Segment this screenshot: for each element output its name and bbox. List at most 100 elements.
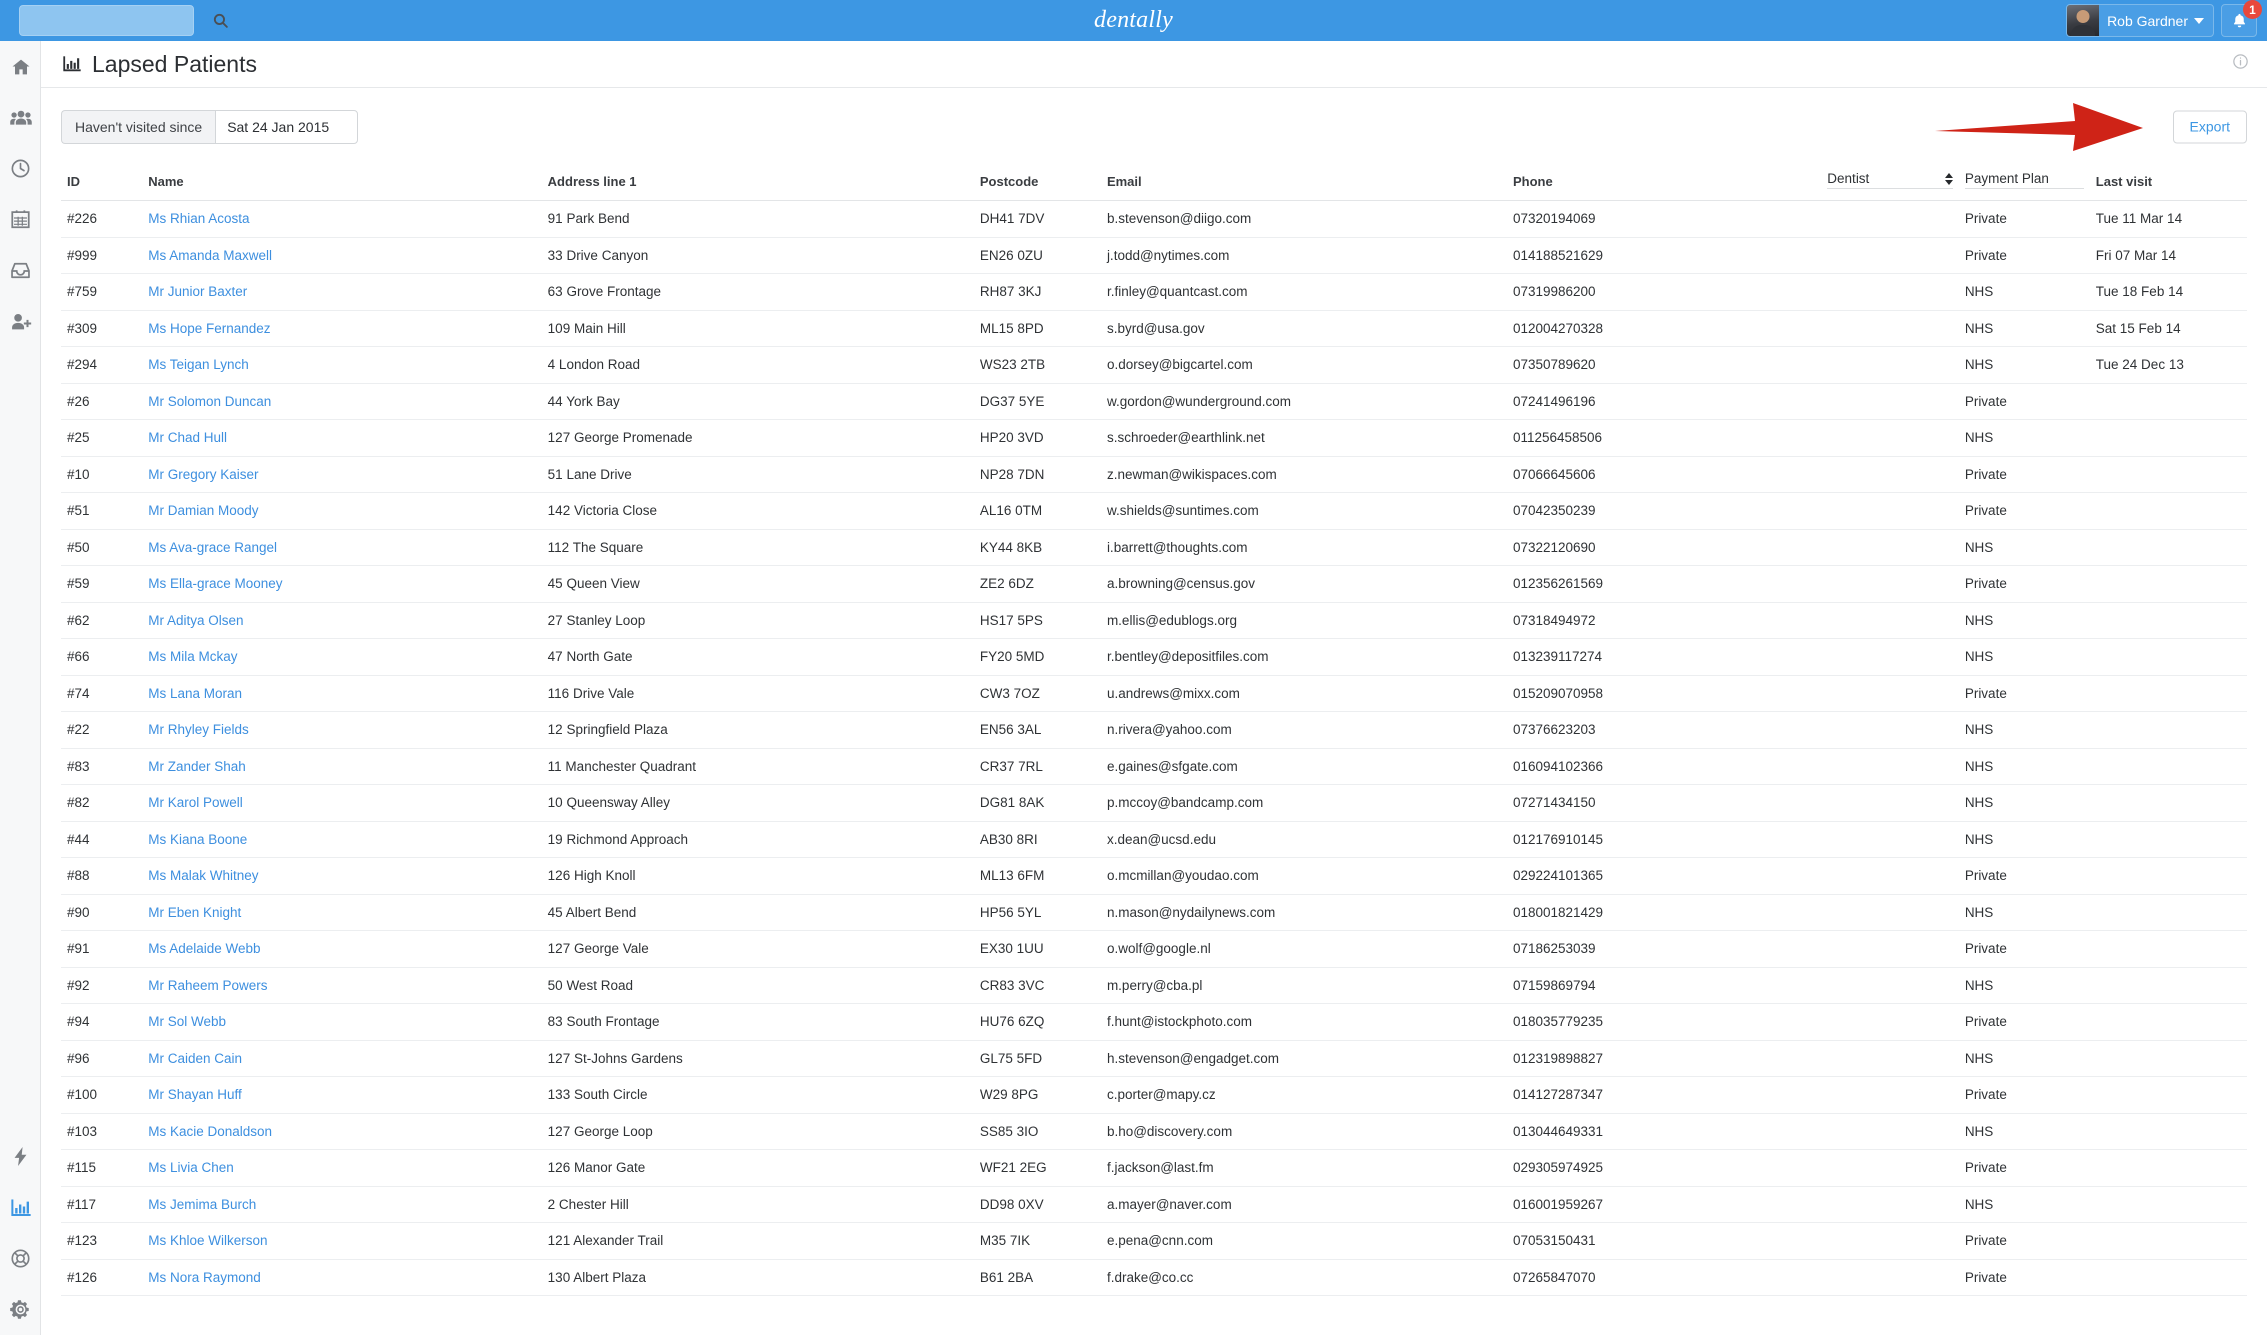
table-row[interactable]: #25 Mr Chad Hull 127 George Promenade HP20 … bbox=[61, 419, 2247, 457]
user-menu[interactable]: Rob Gardner bbox=[2066, 4, 2214, 37]
sidebar-item-support[interactable] bbox=[0, 1233, 41, 1284]
cell-name[interactable]: Mr Raheem Powers bbox=[142, 967, 542, 1004]
cell-name[interactable]: Mr Shayan Huff bbox=[142, 1076, 542, 1114]
cell-name[interactable]: Mr Sol Webb bbox=[142, 1003, 542, 1041]
table-row[interactable]: #50 Ms Ava-grace Rangel 112 The Square KY44… bbox=[61, 529, 2247, 566]
table-row[interactable]: #62 Mr Aditya Olsen 27 Stanley Loop HS17 5P… bbox=[61, 602, 2247, 639]
cell-name[interactable]: Ms Mila Mckay bbox=[142, 638, 542, 676]
column-header-id[interactable]: ID bbox=[61, 165, 143, 201]
notifications-button[interactable]: 1 bbox=[2221, 0, 2262, 37]
table-row[interactable]: #92 Mr Raheem Powers 50 West Road CR83 3VC m… bbox=[61, 967, 2247, 1004]
global-search[interactable] bbox=[19, 5, 228, 36]
patient-link[interactable]: Mr Eben Knight bbox=[148, 905, 241, 920]
cell-name[interactable]: Mr Zander Shah bbox=[142, 748, 542, 785]
patient-link[interactable]: Ms Khloe Wilkerson bbox=[148, 1233, 267, 1248]
column-header-phone[interactable]: Phone bbox=[1506, 165, 1822, 201]
export-button[interactable]: Export bbox=[2172, 110, 2247, 143]
table-row[interactable]: #117 Ms Jemima Burch 2 Chester Hill DD98 0X… bbox=[61, 1186, 2247, 1223]
payment-plan-filter-select[interactable]: Payment Plan bbox=[1964, 171, 2084, 189]
table-row[interactable]: #10 Mr Gregory Kaiser 51 Lane Drive NP28 7D… bbox=[61, 456, 2247, 493]
table-row[interactable]: #83 Mr Zander Shah 11 Manchester Quadrant C… bbox=[61, 748, 2247, 785]
cell-name[interactable]: Ms Khloe Wilkerson bbox=[142, 1222, 542, 1260]
cell-name[interactable]: Ms Kacie Donaldson bbox=[142, 1113, 542, 1150]
column-header-email[interactable]: Email bbox=[1100, 165, 1507, 201]
table-row[interactable]: #96 Mr Caiden Cain 127 St-Johns Gardens GL7… bbox=[61, 1040, 2247, 1077]
sidebar-item-add-patient[interactable] bbox=[0, 296, 41, 347]
table-row[interactable]: #44 Ms Kiana Boone 19 Richmond Approach AB3… bbox=[61, 821, 2247, 858]
patient-link[interactable]: Ms Teigan Lynch bbox=[148, 357, 249, 372]
cell-name[interactable]: Mr Caiden Cain bbox=[142, 1040, 542, 1077]
patient-link[interactable]: Mr Caiden Cain bbox=[148, 1051, 242, 1066]
sidebar-item-home[interactable] bbox=[0, 41, 41, 92]
patient-link[interactable]: Mr Sol Webb bbox=[148, 1014, 226, 1029]
cell-name[interactable]: Ms Ella-grace Mooney bbox=[142, 565, 542, 603]
table-row[interactable]: #82 Mr Karol Powell 10 Queensway Alley DG81… bbox=[61, 784, 2247, 822]
patient-link[interactable]: Mr Zander Shah bbox=[148, 759, 246, 774]
patient-link[interactable]: Mr Raheem Powers bbox=[148, 978, 267, 993]
cell-name[interactable]: Mr Damian Moody bbox=[142, 492, 542, 530]
table-row[interactable]: #103 Ms Kacie Donaldson 127 George Loop SS8… bbox=[61, 1113, 2247, 1150]
patient-link[interactable]: Ms Livia Chen bbox=[148, 1160, 234, 1175]
patient-link[interactable]: Ms Hope Fernandez bbox=[148, 321, 270, 336]
patient-link[interactable]: Mr Rhyley Fields bbox=[148, 722, 249, 737]
patient-link[interactable]: Ms Nora Raymond bbox=[148, 1270, 261, 1285]
patient-link[interactable]: Ms Adelaide Webb bbox=[148, 941, 260, 956]
sidebar-item-patients[interactable] bbox=[0, 92, 41, 143]
patient-link[interactable]: Ms Kiana Boone bbox=[148, 832, 247, 847]
cell-name[interactable]: Ms Teigan Lynch bbox=[142, 346, 542, 384]
patient-link[interactable]: Mr Aditya Olsen bbox=[148, 613, 243, 628]
dentist-filter-select[interactable]: Dentist bbox=[1827, 171, 1953, 189]
lapsed-since-date-input[interactable] bbox=[215, 109, 359, 144]
cell-name[interactable]: Ms Ava-grace Rangel bbox=[142, 529, 542, 566]
patient-link[interactable]: Mr Karol Powell bbox=[148, 795, 243, 810]
patient-link[interactable]: Ms Malak Whitney bbox=[148, 868, 258, 883]
patient-link[interactable]: Mr Shayan Huff bbox=[148, 1087, 242, 1102]
table-row[interactable]: #22 Mr Rhyley Fields 12 Springfield Plaza E… bbox=[61, 711, 2247, 749]
patient-link[interactable]: Ms Ava-grace Rangel bbox=[148, 540, 277, 555]
table-row[interactable]: #100 Mr Shayan Huff 133 South Circle W29 8P… bbox=[61, 1076, 2247, 1114]
cell-name[interactable]: Ms Adelaide Webb bbox=[142, 930, 542, 968]
patient-link[interactable]: Ms Rhian Acosta bbox=[148, 211, 249, 226]
search-input[interactable] bbox=[20, 6, 212, 35]
table-row[interactable]: #59 Ms Ella-grace Mooney 45 Queen View ZE2 … bbox=[61, 565, 2247, 603]
table-row[interactable]: #51 Mr Damian Moody 142 Victoria Close AL16… bbox=[61, 492, 2247, 530]
table-row[interactable]: #999 Ms Amanda Maxwell 33 Drive Canyon EN26… bbox=[61, 237, 2247, 274]
sidebar-item-settings[interactable] bbox=[0, 1284, 41, 1335]
search-icon[interactable] bbox=[212, 6, 229, 35]
table-row[interactable]: #115 Ms Livia Chen 126 Manor Gate WF21 2EG f… bbox=[61, 1149, 2247, 1187]
patient-link[interactable]: Ms Lana Moran bbox=[148, 686, 242, 701]
sidebar-item-recent[interactable] bbox=[0, 143, 41, 194]
sidebar-item-inbox[interactable] bbox=[0, 245, 41, 296]
cell-name[interactable]: Mr Solomon Duncan bbox=[142, 383, 542, 420]
patient-link[interactable]: Mr Solomon Duncan bbox=[148, 394, 271, 409]
cell-name[interactable]: Mr Karol Powell bbox=[142, 784, 542, 822]
table-row[interactable]: #91 Ms Adelaide Webb 127 George Vale EX30 1… bbox=[61, 930, 2247, 968]
table-row[interactable]: #759 Mr Junior Baxter 63 Grove Frontage RH8… bbox=[61, 273, 2247, 311]
cell-name[interactable]: Mr Chad Hull bbox=[142, 419, 542, 457]
cell-name[interactable]: Ms Kiana Boone bbox=[142, 821, 542, 858]
cell-name[interactable]: Mr Aditya Olsen bbox=[142, 602, 542, 639]
info-circle-icon[interactable] bbox=[2232, 53, 2249, 75]
cell-name[interactable]: Ms Lana Moran bbox=[142, 675, 542, 712]
patient-link[interactable]: Mr Damian Moody bbox=[148, 503, 258, 518]
patient-link[interactable]: Ms Jemima Burch bbox=[148, 1197, 256, 1212]
cell-name[interactable]: Ms Malak Whitney bbox=[142, 857, 542, 895]
cell-name[interactable]: Mr Gregory Kaiser bbox=[142, 456, 542, 493]
cell-name[interactable]: Ms Amanda Maxwell bbox=[142, 237, 542, 274]
table-row[interactable]: #294 Ms Teigan Lynch 4 London Road WS23 2TB… bbox=[61, 346, 2247, 384]
patient-link[interactable]: Ms Ella-grace Mooney bbox=[148, 576, 282, 591]
column-header-postcode[interactable]: Postcode bbox=[973, 165, 1101, 201]
table-row[interactable]: #90 Mr Eben Knight 45 Albert Bend HP56 5YL n… bbox=[61, 894, 2247, 931]
cell-name[interactable]: Mr Rhyley Fields bbox=[142, 711, 542, 749]
patient-link[interactable]: Mr Gregory Kaiser bbox=[148, 467, 258, 482]
patient-link[interactable]: Ms Kacie Donaldson bbox=[148, 1124, 272, 1139]
cell-name[interactable]: Ms Jemima Burch bbox=[142, 1186, 542, 1223]
patient-link[interactable]: Ms Mila Mckay bbox=[148, 649, 237, 664]
patient-link[interactable]: Ms Amanda Maxwell bbox=[148, 248, 272, 263]
cell-name[interactable]: Ms Rhian Acosta bbox=[142, 200, 542, 238]
cell-name[interactable]: Mr Eben Knight bbox=[142, 894, 542, 931]
cell-name[interactable]: Ms Hope Fernandez bbox=[142, 310, 542, 347]
table-row[interactable]: #94 Mr Sol Webb 83 South Frontage HU76 6ZQ f… bbox=[61, 1003, 2247, 1041]
table-row[interactable]: #74 Ms Lana Moran 116 Drive Vale CW3 7OZ u.a… bbox=[61, 675, 2247, 712]
column-header-name[interactable]: Name bbox=[142, 165, 542, 201]
